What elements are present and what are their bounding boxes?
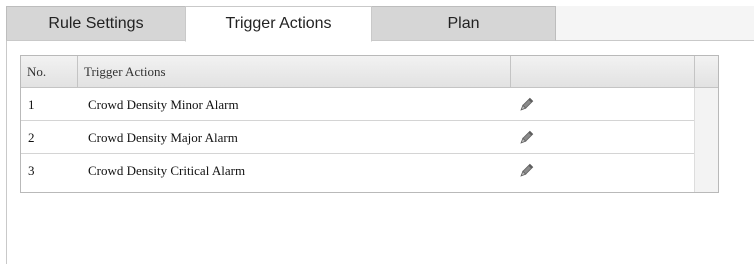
edit-cell — [510, 154, 694, 187]
table-header: No. Trigger Actions — [21, 56, 694, 88]
tab-plan-label: Plan — [447, 14, 480, 32]
edit-cell — [510, 121, 694, 154]
table-row[interactable]: 2 Crowd Density Major Alarm — [21, 121, 694, 154]
tab-trigger-actions-label: Trigger Actions — [225, 15, 332, 32]
trigger-action-name: Crowd Density Major Alarm — [88, 129, 238, 145]
row-number: 2 — [28, 129, 35, 145]
column-header-no: No. — [27, 63, 47, 79]
tab-rule-settings[interactable]: Rule Settings — [6, 6, 186, 41]
tab-trigger-actions[interactable]: Trigger Actions — [185, 6, 372, 42]
row-number: 1 — [28, 96, 35, 112]
pencil-icon[interactable] — [517, 129, 535, 147]
table-row[interactable]: 3 Crowd Density Critical Alarm — [21, 154, 694, 187]
column-header-edit — [510, 56, 694, 87]
vertical-scrollbar-track[interactable] — [694, 88, 718, 192]
trigger-actions-table: No. Trigger Actions 1 Crowd Density Mino… — [20, 55, 719, 193]
trigger-action-name: Crowd Density Minor Alarm — [88, 96, 239, 112]
tab-plan[interactable]: Plan — [371, 6, 556, 41]
trigger-action-name: Crowd Density Critical Alarm — [88, 162, 246, 178]
row-number: 3 — [28, 162, 35, 178]
pencil-icon[interactable] — [517, 96, 535, 114]
tab-rule-settings-label: Rule Settings — [48, 14, 144, 32]
table-row[interactable]: 1 Crowd Density Minor Alarm — [21, 88, 694, 121]
edit-cell — [510, 88, 694, 121]
pencil-icon[interactable] — [517, 162, 535, 180]
header-scroll-corner — [694, 56, 718, 88]
tab-bar: Rule Settings Trigger Actions Plan — [0, 0, 754, 42]
column-header-trigger-actions: Trigger Actions — [77, 56, 510, 87]
